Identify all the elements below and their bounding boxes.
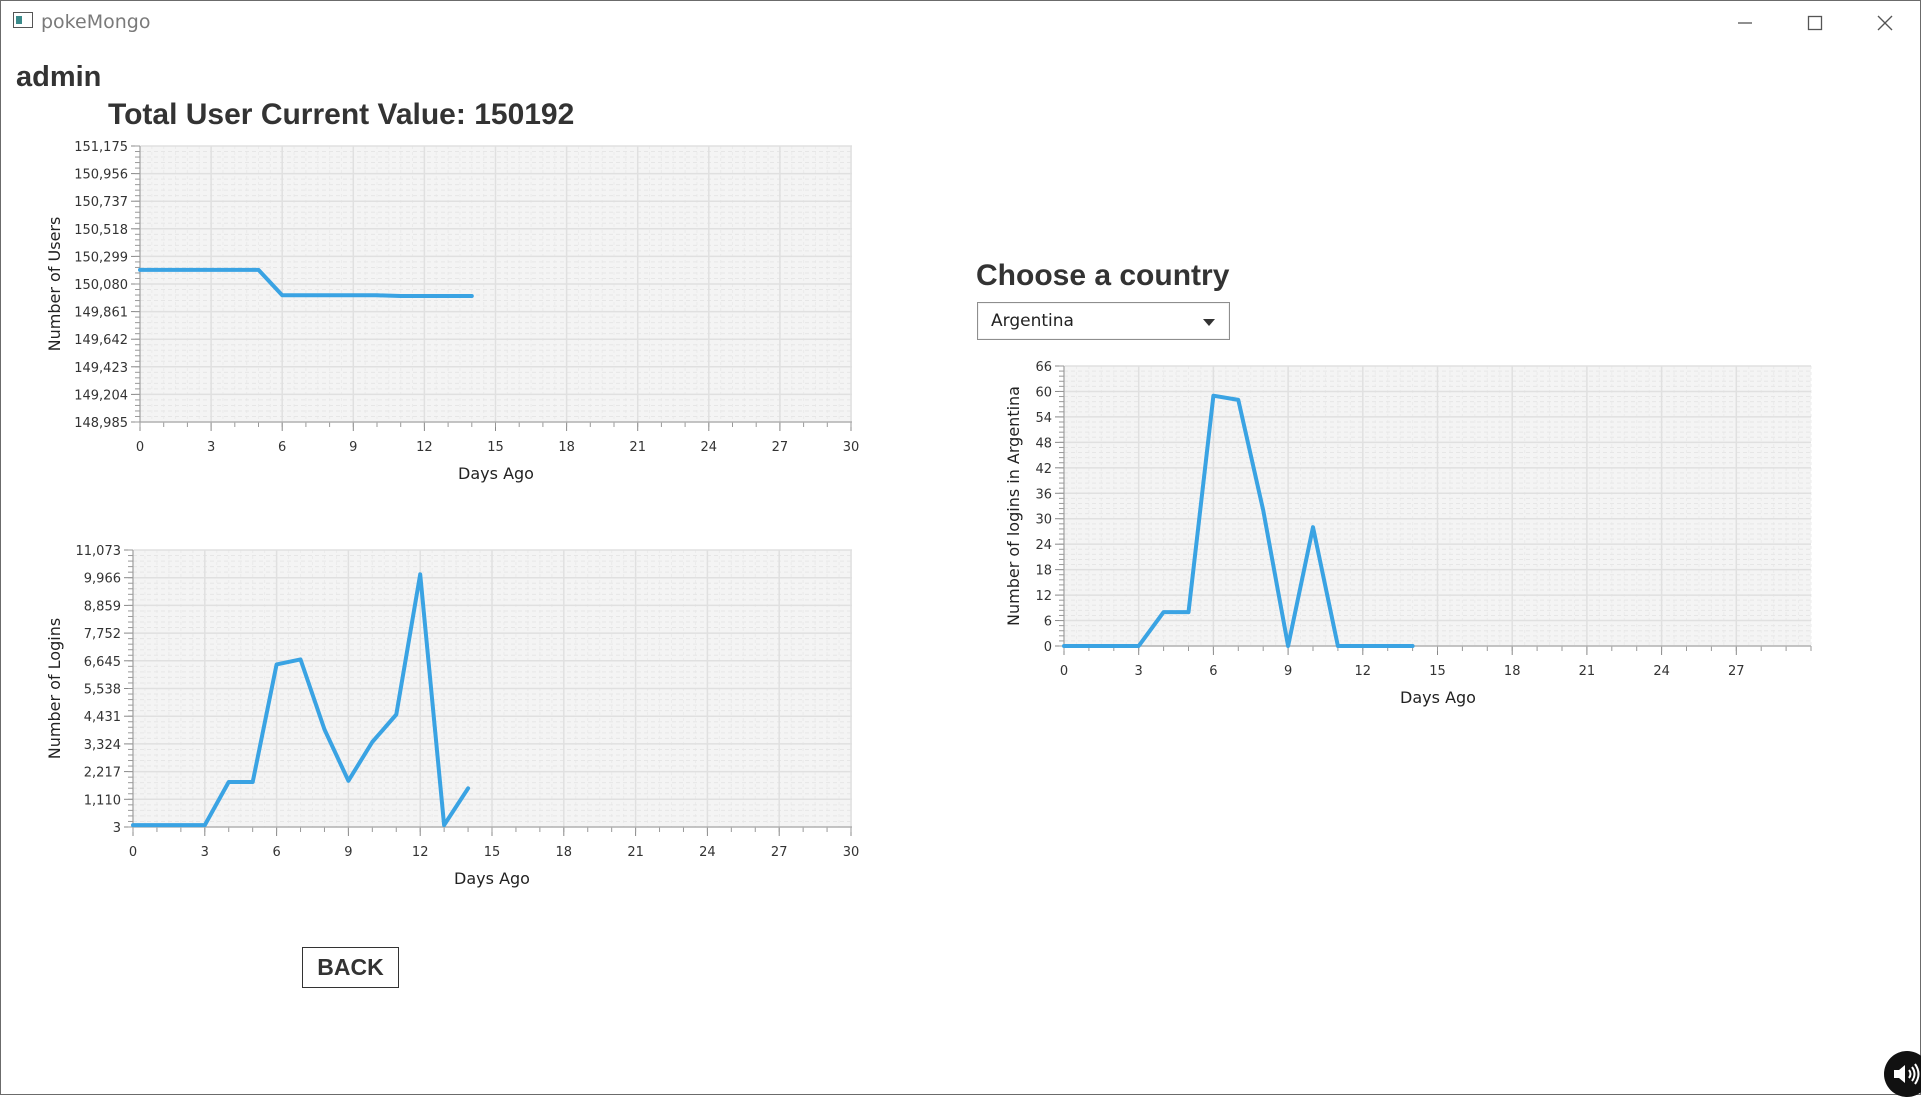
y-tick-label: 3,324 [84, 738, 121, 753]
x-tick-label: 27 [1728, 664, 1745, 679]
x-tick-label: 27 [771, 845, 788, 860]
x-tick-label: 15 [484, 845, 501, 860]
y-axis-label: Number of logins in Argentina [1004, 386, 1023, 626]
y-tick-label: 18 [1035, 564, 1052, 579]
y-tick-label: 54 [1035, 411, 1052, 426]
y-tick-label: 24 [1035, 538, 1052, 553]
x-tick-label: 12 [412, 845, 429, 860]
x-tick-label: 0 [1060, 664, 1068, 679]
x-tick-label: 9 [1284, 664, 1292, 679]
x-tick-label: 12 [1355, 664, 1372, 679]
country-logins-line-chart: 03691215182124270612182430364248546066Da… [1, 1, 1831, 721]
x-tick-label: 21 [1579, 664, 1596, 679]
x-tick-label: 18 [556, 845, 573, 860]
x-tick-label: 3 [201, 845, 209, 860]
y-tick-label: 42 [1035, 462, 1052, 477]
y-tick-label: 36 [1035, 487, 1052, 502]
x-tick-label: 0 [129, 845, 137, 860]
y-tick-label: 0 [1044, 640, 1052, 655]
x-tick-label: 6 [1209, 664, 1217, 679]
y-tick-label: 3 [113, 821, 121, 836]
country-dropdown-value: Argentina [991, 311, 1074, 331]
x-tick-label: 24 [699, 845, 716, 860]
y-tick-label: 12 [1035, 589, 1052, 604]
y-tick-label: 2,217 [84, 766, 121, 781]
x-tick-label: 18 [1504, 664, 1521, 679]
y-tick-label: 48 [1035, 436, 1052, 451]
y-tick-label: 30 [1035, 513, 1052, 528]
x-tick-label: 24 [1653, 664, 1670, 679]
speaker-icon [1892, 1063, 1921, 1085]
y-tick-label: 60 [1035, 385, 1052, 400]
chevron-down-icon [1203, 319, 1215, 326]
x-tick-label: 3 [1135, 664, 1143, 679]
back-button[interactable]: BACK [302, 947, 399, 988]
y-tick-label: 1,110 [84, 793, 121, 808]
speaker-button[interactable] [1884, 1051, 1921, 1097]
x-axis-label: Days Ago [1400, 688, 1476, 707]
country-dropdown[interactable]: Argentina [977, 302, 1230, 340]
close-button[interactable] [1850, 1, 1920, 45]
y-tick-label: 6 [1044, 615, 1052, 630]
x-tick-label: 30 [843, 845, 860, 860]
x-tick-label: 9 [344, 845, 352, 860]
x-tick-label: 21 [627, 845, 644, 860]
x-tick-label: 6 [272, 845, 280, 860]
y-tick-label: 66 [1035, 360, 1052, 375]
close-icon [1877, 15, 1893, 31]
x-axis-label: Days Ago [454, 869, 530, 888]
x-tick-label: 15 [1429, 664, 1446, 679]
choose-country-heading: Choose a country [976, 259, 1229, 293]
